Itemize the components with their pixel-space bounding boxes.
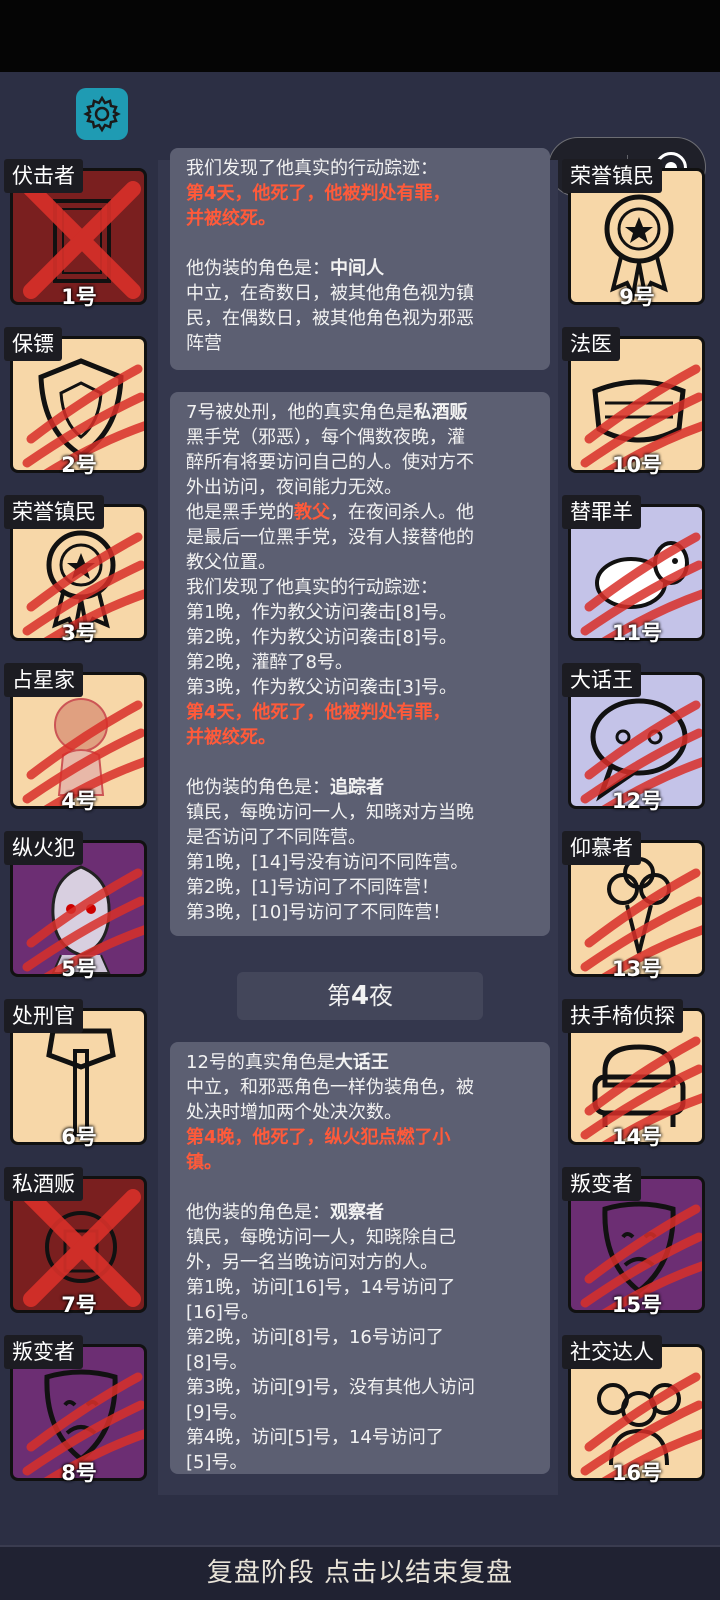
player-slot[interactable]: 荣誉镇民 3号	[4, 495, 154, 658]
log-line: 第2晚，访问[8]号，16号访问了	[186, 1327, 444, 1348]
player-slot[interactable]: 保镖 2号	[4, 327, 154, 490]
log-line-death: 镇。	[186, 1152, 222, 1173]
end-review-button[interactable]: 复盘阶段 点击以结束复盘	[0, 1545, 720, 1600]
role-name-label: 纵火犯	[4, 831, 83, 865]
player-number-label: 14号	[611, 1125, 663, 1149]
log-line: 第3晚，[10]号访问了不同阵营！	[186, 902, 451, 923]
log-line: 处决时增加两个处决次数。	[186, 1102, 402, 1123]
log-line: 醉所有将要访问自己的人。使对方不	[186, 452, 474, 473]
player-slot[interactable]: 伏击者 1号	[4, 159, 154, 322]
log-line: 外出访问，夜间能力无效。	[186, 477, 402, 498]
player-slot[interactable]: 社交达人 16号	[562, 1335, 712, 1498]
log-line: 中立，在奇数日，被其他角色视为镇	[186, 283, 474, 304]
player-number-label: 8号	[61, 1461, 97, 1485]
log-line-disguise: 他伪装的角色是：观察者	[186, 1202, 384, 1223]
log-line: 第2晚，灌醉了8号。	[186, 652, 353, 673]
log-line: 第2晚，作为教父访问袭击[8]号。	[186, 627, 457, 648]
player-slot[interactable]: 法医 10号	[562, 327, 712, 490]
role-name-label: 伏击者	[4, 159, 83, 193]
player-number-label: 2号	[61, 453, 97, 477]
log-card-player-7: 7号被处刑，他的真实角色是私酒贩 黑手党（邪恶），每个偶数夜晚，灌 醉所有将要访…	[170, 392, 550, 936]
player-number-label: 11号	[611, 621, 663, 645]
player-number-label: 4号	[61, 789, 97, 813]
log-line: 第1晚，[14]号没有访问不同阵营。	[186, 852, 469, 873]
role-name-label: 法医	[562, 327, 620, 361]
player-slot[interactable]: 大话王 12号	[562, 663, 712, 826]
log-line: 第1晚，访问[16]号，14号访问了	[186, 1277, 456, 1298]
log-line-disguise: 他伪装的角色是：中间人	[186, 258, 384, 279]
player-number-label: 16号	[611, 1461, 663, 1485]
player-slot[interactable]: 仰慕者 13号	[562, 831, 712, 994]
log-line: 第4晚，访问[5]号，14号访问了	[186, 1427, 444, 1448]
log-line-death: 第4晚，他死了，纵火犯点燃了小	[186, 1127, 451, 1148]
log-line: [16]号。	[186, 1302, 259, 1323]
log-line: [5]号。	[186, 1452, 248, 1473]
status-bar	[0, 0, 720, 72]
player-number-label: 9号	[619, 285, 655, 309]
log-line: 民，在偶数日，被其他角色视为邪恶	[186, 308, 474, 329]
player-slot[interactable]: 叛变者 15号	[562, 1167, 712, 1330]
player-number-label: 3号	[61, 621, 97, 645]
log-line: 黑手党（邪恶），每个偶数夜晚，灌	[186, 427, 465, 448]
log-line: 第3晚，访问[9]号，没有其他人访问	[186, 1377, 475, 1398]
log-line-godfather: 他是黑手党的教父，在夜间杀人。他	[186, 502, 474, 523]
log-card-player-9: 我们发现了他真实的行动踪迹： 第4天，他死了，他被判处有罪， 并被绞死。 他伪装…	[170, 148, 550, 370]
log-line-death: 第4天，他死了，他被判处有罪，	[186, 183, 451, 204]
settings-button[interactable]	[76, 88, 128, 140]
player-slot[interactable]: 荣誉镇民 9号	[562, 159, 712, 322]
role-name-label: 大话王	[562, 663, 641, 697]
log-line: [9]号。	[186, 1402, 248, 1423]
role-name-label: 处刑官	[4, 999, 83, 1033]
role-name-label: 私酒贩	[4, 1167, 83, 1201]
player-number-label: 10号	[611, 453, 663, 477]
log-line: 镇民，每晚访问一人，知晓对方当晚	[186, 802, 474, 823]
log-line: 是最后一位黑手党，没有人接替他的	[186, 527, 474, 548]
role-name-label: 仰慕者	[562, 831, 641, 865]
role-name-label: 占星家	[4, 663, 83, 697]
log-card-player-12: 12号的真实角色是大话王 中立，和邪恶角色一样伪装角色，被 处决时增加两个处决次…	[170, 1042, 550, 1474]
log-line: 镇民，每晚访问一人，知晓除自己	[186, 1227, 456, 1248]
log-line-death: 并被绞死。	[186, 208, 276, 229]
log-line-disguise: 他伪装的角色是：追踪者	[186, 777, 384, 798]
gear-icon	[83, 95, 121, 133]
log-line: 第1晚，作为教父访问袭击[8]号。	[186, 602, 457, 623]
night-banner: 第4夜	[237, 972, 483, 1020]
player-slot[interactable]: 私酒贩 7号	[4, 1167, 154, 1330]
player-number-label: 6号	[61, 1125, 97, 1149]
log-line: 阵营	[186, 333, 222, 354]
log-line-reveal: 7号被处刑，他的真实角色是私酒贩	[186, 402, 468, 423]
role-name-label: 替罪羊	[562, 495, 641, 529]
player-slot[interactable]: 纵火犯 5号	[4, 831, 154, 994]
player-slot[interactable]: 占星家 4号	[4, 663, 154, 826]
log-line: 第3晚，作为教父访问袭击[3]号。	[186, 677, 457, 698]
log-line: 我们发现了他真实的行动踪迹：	[186, 158, 438, 179]
player-number-label: 1号	[61, 285, 97, 309]
role-name-label: 荣誉镇民	[562, 159, 662, 193]
player-slot[interactable]: 叛变者 8号	[4, 1335, 154, 1498]
role-name-label: 保镖	[4, 327, 62, 361]
role-name-label: 荣誉镇民	[4, 495, 104, 529]
log-line: [8]号。	[186, 1352, 248, 1373]
log-line: 外，另一名当晚访问对方的人。	[186, 1252, 438, 1273]
player-number-label: 15号	[611, 1293, 663, 1317]
log-line: 第2晚，[1]号访问了不同阵营！	[186, 877, 439, 898]
log-line: 是否访问了不同阵营。	[186, 827, 366, 848]
log-line: 教父位置。	[186, 552, 276, 573]
log-line-death: 第4天，他死了，他被判处有罪，	[186, 702, 451, 723]
player-number-label: 13号	[611, 957, 663, 981]
log-line-death: 并被绞死。	[186, 727, 276, 748]
player-number-label: 12号	[611, 789, 663, 813]
player-slot[interactable]: 处刑官 6号	[4, 999, 154, 1162]
player-slot[interactable]: 扶手椅侦探 14号	[562, 999, 712, 1162]
player-number-label: 5号	[61, 957, 97, 981]
role-name-label: 叛变者	[562, 1167, 641, 1201]
player-number-label: 7号	[61, 1293, 97, 1317]
role-name-label: 扶手椅侦探	[562, 999, 683, 1033]
log-line-reveal: 12号的真实角色是大话王	[186, 1052, 389, 1073]
role-name-label: 叛变者	[4, 1335, 83, 1369]
player-slot[interactable]: 替罪羊 11号	[562, 495, 712, 658]
log-line: 中立，和邪恶角色一样伪装角色，被	[186, 1077, 474, 1098]
role-name-label: 社交达人	[562, 1335, 662, 1369]
log-line: 我们发现了他真实的行动踪迹：	[186, 577, 438, 598]
